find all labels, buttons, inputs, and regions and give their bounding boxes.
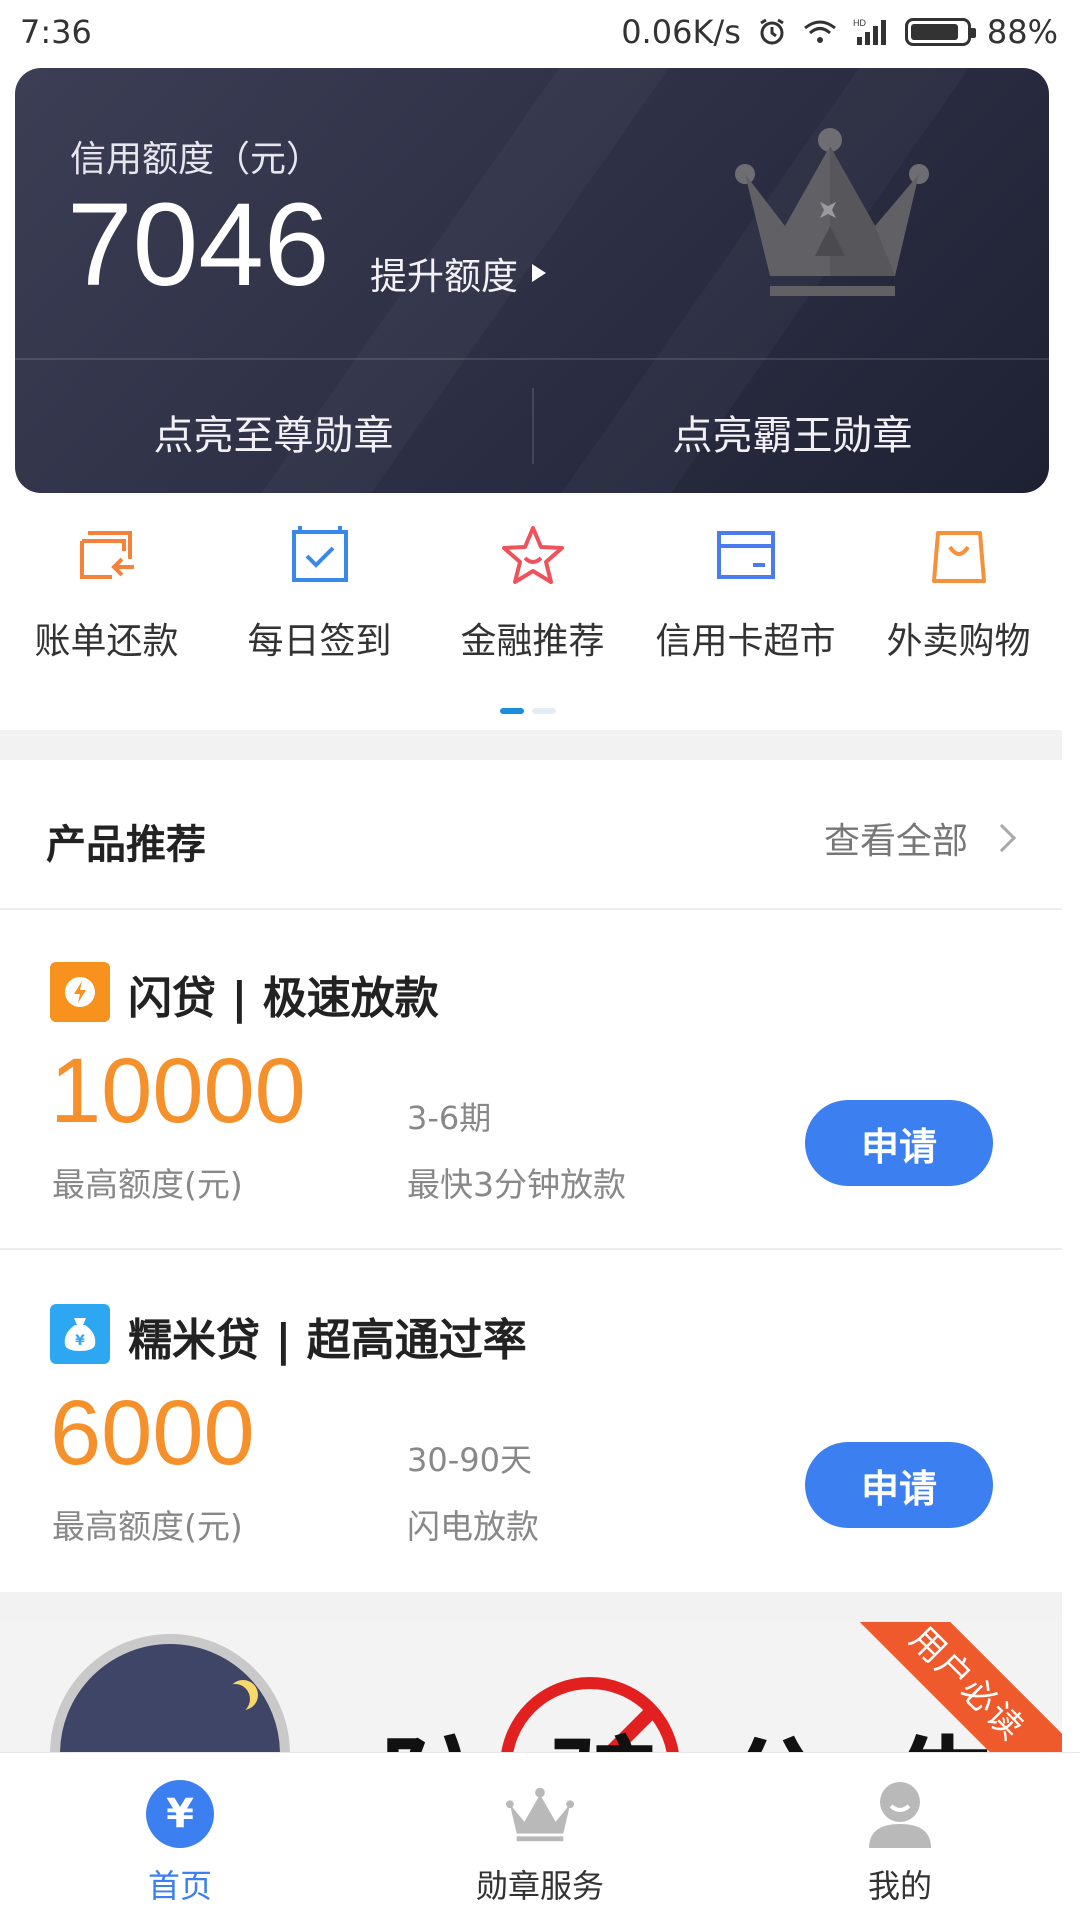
- quick-menu-label: 外卖购物: [886, 621, 1031, 662]
- lightning-icon: [50, 962, 110, 1022]
- product-card[interactable]: ¥ 糯米贷 | 超高通过率 6000 最高额度(元) 30-90天 闪电放款 申…: [0, 1252, 1062, 1592]
- product-max-amount: 6000: [50, 1382, 255, 1484]
- moon-icon: [220, 1684, 250, 1714]
- section-title: 产品推荐: [46, 822, 206, 868]
- nav-badge-service[interactable]: 勋章服务: [360, 1753, 720, 1920]
- quick-menu-label: 信用卡超市: [655, 621, 836, 662]
- signal-icon: HD: [853, 18, 886, 45]
- credit-label: 信用额度（元）: [70, 139, 323, 180]
- anti-fraud-notice-banner[interactable]: 防骗公告 用户必读: [0, 1622, 1062, 1752]
- battery-icon: [904, 18, 976, 46]
- product-term: 3-6期: [407, 1099, 492, 1137]
- product-term: 30-90天: [407, 1441, 532, 1479]
- quick-menu-takeout-shopping[interactable]: 外卖购物: [852, 520, 1065, 680]
- crown-icon: [505, 1779, 575, 1849]
- chevron-right-icon: [987, 823, 1017, 853]
- quick-menu-label: 账单还款: [34, 621, 179, 662]
- quick-menu-bill-repay[interactable]: 账单还款: [0, 520, 213, 680]
- product-section-header: 产品推荐 查看全部: [0, 760, 1062, 910]
- star-icon: [498, 520, 568, 590]
- status-bar: 7:36 0.06K/s HD 88%: [0, 0, 1080, 64]
- raise-limit-label: 提升额度: [370, 255, 518, 298]
- product-speed: 最快3分钟放款: [407, 1165, 626, 1204]
- wifi-icon: [803, 20, 836, 43]
- light-overlord-badge-button[interactable]: 点亮霸王勋章: [534, 403, 1049, 461]
- quick-menu-finance-recommend[interactable]: 金融推荐: [426, 520, 639, 680]
- status-icons: 0.06K/s HD 88%: [621, 13, 1058, 51]
- card-icon: [711, 520, 781, 590]
- pager-dot-active: [500, 708, 524, 714]
- credit-card: 信用额度（元） 7046 提升额度 点亮至尊勋章 点亮霸王勋章: [15, 68, 1049, 493]
- product-name: 闪贷 | 极速放款: [128, 973, 439, 1024]
- see-all-link[interactable]: 查看全部: [823, 812, 1017, 864]
- nav-mine[interactable]: 我的: [720, 1753, 1080, 1920]
- quick-menu-credit-card-market[interactable]: 信用卡超市: [639, 520, 852, 680]
- quick-menu-pager: [500, 708, 556, 714]
- product-max-amount: 10000: [50, 1040, 306, 1142]
- quick-menu-label: 每日签到: [247, 621, 392, 662]
- nav-home[interactable]: ¥ 首页: [0, 1753, 360, 1920]
- product-name: 糯米贷 | 超高通过率: [128, 1315, 527, 1366]
- bill-repay-icon: [72, 520, 142, 590]
- product-amount-label: 最高额度(元): [52, 1507, 243, 1546]
- status-time: 7:36: [20, 13, 92, 51]
- nav-label: 勋章服务: [475, 1867, 604, 1905]
- quick-menu: 账单还款 每日签到 金融推荐 信用卡超市 外卖购物: [0, 520, 1065, 680]
- net-speed: 0.06K/s: [621, 13, 741, 51]
- product-speed: 闪电放款: [407, 1507, 539, 1546]
- credit-amount: 7046: [67, 179, 330, 311]
- bag-icon: [924, 520, 994, 590]
- user-icon: [865, 1779, 935, 1849]
- bottom-nav: ¥ 首页 勋章服务 我的: [0, 1752, 1080, 1920]
- svg-text:HD: HD: [853, 18, 866, 28]
- see-all-label: 查看全部: [823, 821, 968, 862]
- svg-text:¥: ¥: [75, 1333, 85, 1349]
- yen-icon: ¥: [145, 1779, 215, 1849]
- alarm-icon: [760, 18, 784, 45]
- play-arrow-icon: [532, 264, 546, 282]
- light-supreme-badge-button[interactable]: 点亮至尊勋章: [15, 403, 532, 461]
- nav-label: 首页: [147, 1867, 212, 1905]
- quick-menu-checkin[interactable]: 每日签到: [213, 520, 426, 680]
- apply-button[interactable]: 申请: [805, 1100, 993, 1186]
- money-bag-icon: ¥: [50, 1304, 110, 1364]
- pager-dot: [532, 708, 556, 714]
- nav-label: 我的: [867, 1867, 932, 1905]
- quick-menu-label: 金融推荐: [460, 621, 605, 662]
- crown-icon: [735, 128, 929, 296]
- apply-button[interactable]: 申请: [805, 1442, 993, 1528]
- raise-limit-button[interactable]: 提升额度: [370, 246, 546, 300]
- product-card[interactable]: 闪贷 | 极速放款 10000 最高额度(元) 3-6期 最快3分钟放款 申请: [0, 910, 1062, 1250]
- night-moon-image: [50, 1634, 290, 1752]
- battery-percent: 88%: [986, 13, 1058, 51]
- product-amount-label: 最高额度(元): [52, 1165, 243, 1204]
- checkin-icon: [285, 520, 355, 590]
